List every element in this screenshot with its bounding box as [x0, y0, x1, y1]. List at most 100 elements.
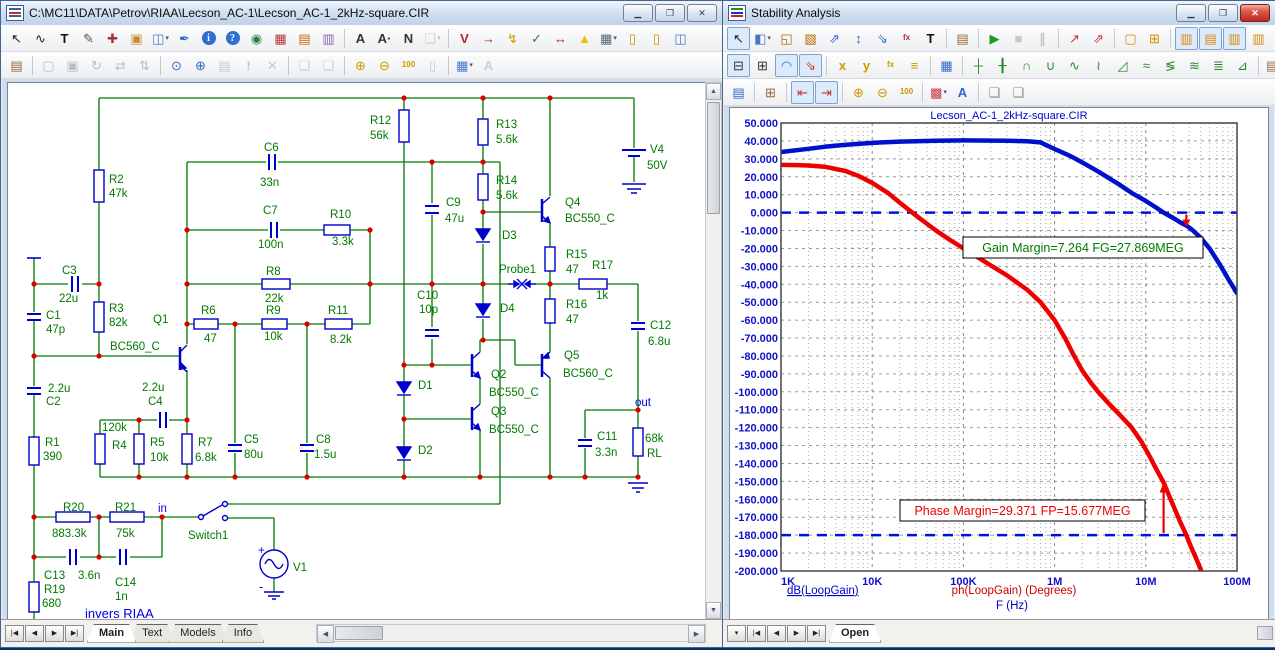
cursor-left-icon[interactable]: ⇤	[791, 80, 814, 104]
select-tool-icon[interactable]: ↖	[727, 26, 750, 50]
scale-xy-icon[interactable]: ⇗	[823, 27, 846, 50]
web-icon[interactable]: ◉	[245, 27, 268, 50]
schematic-titlebar[interactable]: C:\MC11\DATA\Petrov\RIAA\Lecson_AC-1\Lec…	[1, 1, 722, 25]
analysis-titlebar[interactable]: Stability Analysis ▁ ❐ ✕	[723, 1, 1275, 25]
tab-nav-button[interactable]: ▶|	[65, 624, 84, 642]
zoom-100-icon[interactable]: 100	[895, 81, 918, 104]
schematic-vscrollbar[interactable]: ▲ ▼	[705, 82, 722, 620]
legend-gain[interactable]: dB(LoopGain)	[787, 585, 859, 597]
schematic-canvas[interactable]: R2 47k R3 82k C3 22u C1 47p 2.2u C2 R1 390 120k R4 R5 1…	[7, 82, 707, 621]
wave-valley-icon[interactable]: ╂	[991, 54, 1014, 77]
zoom-in-icon[interactable]: ⊕	[847, 81, 870, 104]
annotate-icon[interactable]: ▥	[317, 27, 340, 50]
zoom-y-icon[interactable]: y	[855, 54, 878, 77]
text-mode-icon[interactable]: T	[919, 27, 942, 50]
tab-nav-button[interactable]: ▶	[45, 624, 64, 642]
vertical-axis-icon[interactable]: ⊞	[751, 54, 774, 77]
node-number-icon[interactable]: →	[477, 27, 500, 50]
wave-bottom-icon[interactable]: ∪	[1039, 54, 1062, 77]
wave-rise-icon[interactable]: ∿	[1063, 54, 1086, 77]
tab-text[interactable]: Text	[130, 624, 174, 643]
tab-nav-button[interactable]: ▾	[727, 624, 746, 642]
new-page-icon[interactable]: ▯	[621, 27, 644, 50]
find-component-icon[interactable]: ◫ ▾	[149, 27, 172, 50]
tile-icon[interactable]: ▦ ▾	[453, 54, 476, 77]
scroll-right-icon[interactable]: ▶	[688, 625, 705, 643]
panel-two-icon[interactable]: ▤	[1199, 26, 1222, 50]
scroll-left-icon[interactable]: ◀	[317, 625, 334, 643]
zoom-x-icon[interactable]: x	[831, 54, 854, 77]
text-mode-icon[interactable]: T	[53, 27, 76, 50]
close-button[interactable]: ✕	[687, 4, 717, 22]
bring-front-icon[interactable]: ❏	[983, 81, 1006, 104]
panel-one-icon[interactable]: ▥	[1175, 26, 1198, 50]
find-icon[interactable]: ⊙	[165, 54, 188, 77]
panel-three-icon[interactable]: ▥	[1223, 26, 1246, 50]
tab-nav-button[interactable]: |◀	[747, 624, 766, 642]
run-icon[interactable]: ▶	[983, 27, 1006, 50]
shapes-icon[interactable]: ◧ ▾	[751, 27, 774, 50]
line-draw-icon[interactable]: ✎	[77, 27, 100, 50]
select-box-icon[interactable]: ▢	[1119, 27, 1142, 50]
attribute-pen-icon[interactable]: ✒	[173, 27, 196, 50]
plot-area[interactable]: Gain Margin=7.264 FG=27.869MEG Phase Marg…	[729, 107, 1269, 621]
tab-nav-button[interactable]: ▶	[787, 624, 806, 642]
tab-models[interactable]: Models	[168, 624, 227, 643]
panel-four-icon[interactable]: ▥	[1247, 27, 1270, 50]
phase-margin-label[interactable]: Phase Margin=29.371 FP=15.677MEG	[899, 499, 1146, 522]
scale-x-icon[interactable]: ⇘	[871, 27, 894, 50]
numeric-output-icon[interactable]: ⊞	[759, 81, 782, 104]
zoom-out-icon[interactable]: ⊖	[373, 54, 396, 77]
cursor-next-icon[interactable]: ⇗	[1087, 27, 1110, 50]
wave-band-icon[interactable]: ≋	[1183, 54, 1206, 77]
tab-nav-button[interactable]: |◀	[5, 624, 24, 642]
wire-mode-icon[interactable]: ∿	[29, 27, 52, 50]
zoom-in-icon[interactable]: ⊕	[349, 54, 372, 77]
analysis-hscroll-thumb[interactable]	[1257, 626, 1273, 640]
find-next-icon[interactable]: ⊕	[189, 54, 212, 77]
tab-main[interactable]: Main	[87, 624, 136, 643]
zoom-list-icon[interactable]: ≡	[903, 54, 926, 77]
pin-connection-icon[interactable]: ↔	[549, 27, 572, 50]
component-box-icon[interactable]: ▣	[125, 27, 148, 50]
hscroll-thumb[interactable]	[335, 626, 383, 640]
restore-button[interactable]: ❐	[655, 4, 685, 22]
edit-table-icon[interactable]: ▦	[935, 54, 958, 77]
scale-y-icon[interactable]: ↕	[847, 27, 870, 50]
flag-icon[interactable]: ✚	[101, 27, 124, 50]
schematic-hscrollbar[interactable]: ◀ ▶	[316, 624, 706, 643]
cursor-right-icon[interactable]: ⇥	[815, 80, 838, 104]
info-icon[interactable]: i	[197, 27, 220, 50]
wave-fall-icon[interactable]: ≀	[1087, 54, 1110, 77]
split-view-icon[interactable]: ◫	[669, 27, 692, 50]
formula-icon[interactable]: fx	[895, 27, 918, 50]
send-back-icon[interactable]: ❏	[1007, 81, 1030, 104]
minimize-button[interactable]: ▁	[1176, 4, 1206, 22]
curve-tracker-icon[interactable]: ◠	[775, 53, 798, 77]
wave-cross-icon[interactable]: ≈	[1135, 54, 1158, 77]
tab-open[interactable]: Open	[829, 624, 881, 643]
zoom-fx-icon[interactable]: fx	[879, 54, 902, 77]
list-icon[interactable]: ▤	[727, 81, 750, 104]
find-text-icon[interactable]: A	[349, 27, 372, 50]
power-icon[interactable]: ↯	[501, 27, 524, 50]
font-icon[interactable]: A	[951, 81, 974, 104]
wave-all-icon[interactable]: ⊿	[1231, 54, 1254, 77]
find-node-icon[interactable]: N	[397, 27, 420, 50]
color-palette-icon[interactable]: ▩ ▾	[927, 81, 950, 104]
wave-peak-icon[interactable]: ┼	[967, 54, 990, 77]
zoom-window-icon[interactable]: ◱	[775, 27, 798, 50]
tab-info[interactable]: Info	[222, 624, 264, 643]
grid-icon[interactable]: ▦ ▾	[597, 27, 620, 50]
tab-nav-button[interactable]: ▶|	[807, 624, 826, 642]
vscroll-thumb[interactable]	[707, 102, 720, 214]
warning-icon[interactable]: ▲	[573, 27, 596, 50]
scroll-up-icon[interactable]: ▲	[706, 83, 721, 100]
close-button[interactable]: ✕	[1240, 4, 1270, 22]
gain-margin-label[interactable]: Gain Margin=7.264 FG=27.869MEG	[962, 236, 1204, 259]
help-icon[interactable]: ?	[221, 27, 244, 50]
wave-compare-icon[interactable]: ≶	[1159, 54, 1182, 77]
wave-top-icon[interactable]: ∩	[1015, 54, 1038, 77]
probe-voltage-icon[interactable]: V	[453, 27, 476, 50]
properties-icon[interactable]: ▤	[951, 27, 974, 50]
